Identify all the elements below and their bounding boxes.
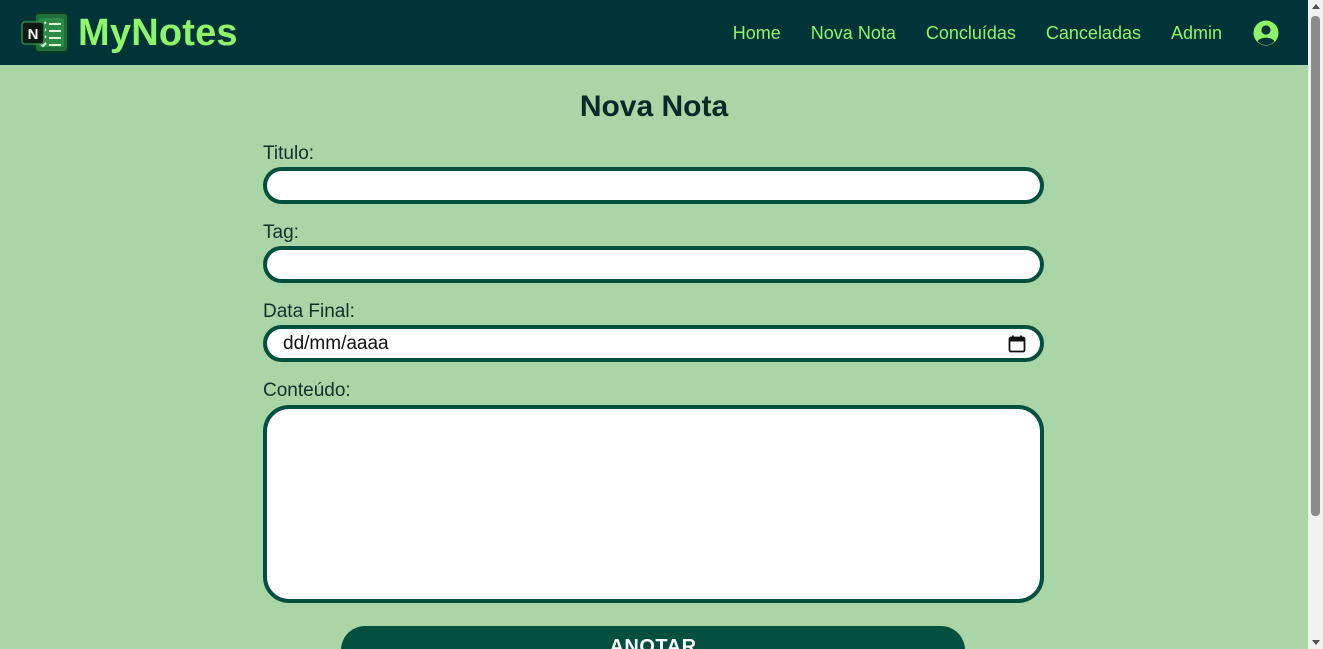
titulo-input[interactable] [263, 167, 1044, 204]
notes-logo-icon: N [20, 11, 70, 54]
date-placeholder: dd/mm/aaaa [283, 332, 389, 354]
titulo-label: Titulo: [263, 143, 315, 164]
nav-concluidas[interactable]: Concluídas [926, 24, 1016, 42]
nav-links: Home Nova Nota Concluídas Canceladas Adm… [733, 19, 1280, 47]
scroll-down-arrow-icon[interactable] [1312, 640, 1320, 645]
tag-label: Tag: [263, 222, 299, 243]
navbar: N MyNotes Home Nova Nota Concluídas Canc… [0, 0, 1308, 65]
brand-name[interactable]: MyNotes [78, 14, 238, 52]
conteudo-textarea[interactable] [263, 405, 1044, 603]
tag-input[interactable] [263, 246, 1044, 283]
scroll-up-arrow-icon[interactable] [1312, 4, 1320, 9]
user-circle-icon[interactable] [1252, 19, 1280, 47]
brand[interactable]: N MyNotes [20, 11, 238, 54]
data-final-input[interactable]: dd/mm/aaaa [263, 325, 1044, 362]
calendar-icon[interactable] [1008, 335, 1026, 353]
nav-home[interactable]: Home [733, 24, 781, 42]
anotar-button[interactable]: ANOTAR [341, 626, 965, 649]
logo-letter: N [28, 26, 39, 43]
scrollbar[interactable] [1308, 0, 1323, 649]
conteudo-label: Conteúdo: [263, 380, 351, 401]
nav-canceladas[interactable]: Canceladas [1046, 24, 1141, 42]
nav-nova-nota[interactable]: Nova Nota [811, 24, 896, 42]
scroll-thumb[interactable] [1311, 16, 1320, 516]
data-final-label: Data Final: [263, 301, 355, 322]
new-note-form: Titulo: Tag: Data Final: dd/mm/aaaa Cont… [263, 142, 1044, 603]
page-title: Nova Nota [579, 90, 729, 123]
nav-admin[interactable]: Admin [1171, 24, 1222, 42]
